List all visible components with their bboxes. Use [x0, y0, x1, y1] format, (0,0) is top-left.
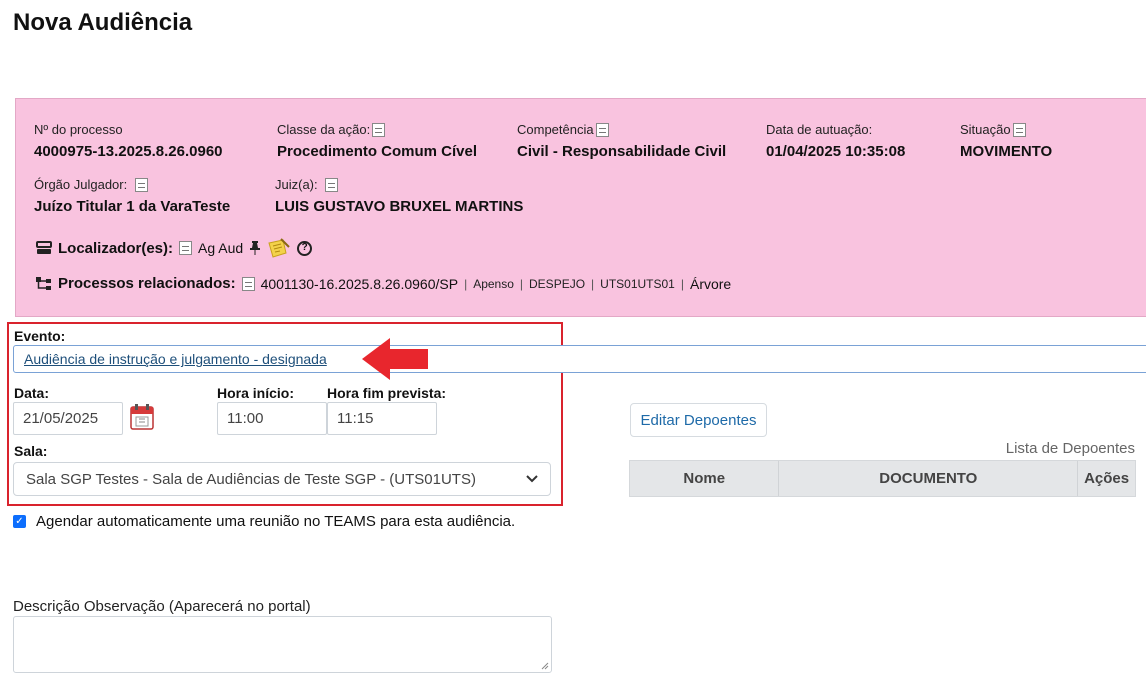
competence-label: Competência — [517, 122, 594, 137]
info-list-icon[interactable] — [179, 241, 193, 255]
tree-icon — [36, 276, 51, 290]
related-process-type: Apenso — [473, 276, 514, 291]
court-field: Órgão Julgador: Juízo Titular 1 da VaraT… — [34, 177, 230, 215]
red-arrow-annotation-icon — [362, 338, 428, 380]
column-header-acoes: Ações — [1084, 470, 1130, 487]
judge-field: Juiz(a): LUIS GUSTAVO BRUXEL MARTINS — [275, 177, 523, 215]
hora-inicio-input[interactable]: 11:00 — [217, 402, 327, 435]
localizadores-row: Localizador(es): Ag Aud ? — [36, 237, 313, 259]
competence-field: Competência Civil - Responsabilidade Civ… — [517, 122, 726, 160]
info-list-icon[interactable] — [372, 122, 386, 137]
depoentes-caption: Lista de Depoentes — [1005, 440, 1135, 457]
info-list-icon[interactable] — [325, 177, 339, 192]
evento-link[interactable]: Audiência de instrução e julgamento - de… — [24, 351, 327, 367]
evento-label: Evento: — [14, 328, 66, 344]
judge-label: Juiz(a): — [275, 177, 318, 192]
info-list-icon[interactable] — [134, 177, 148, 192]
sticky-note-icon[interactable] — [267, 237, 291, 259]
info-list-icon[interactable] — [241, 276, 255, 291]
class-value: Procedimento Comum Cível — [277, 143, 478, 160]
sala-label: Sala: — [14, 443, 48, 459]
localizadores-label: Localizador(es): — [58, 239, 174, 257]
data-label: Data: — [14, 385, 50, 401]
calendar-icon[interactable] — [130, 404, 154, 430]
hora-fim-input[interactable]: 11:15 — [327, 402, 437, 435]
court-label: Órgão Julgador: — [34, 177, 128, 192]
chevron-down-icon — [526, 475, 538, 483]
status-label: Situação — [960, 122, 1011, 137]
class-field: Classe da ação: Procedimento Comum Cível — [277, 122, 477, 160]
info-list-icon[interactable] — [595, 122, 609, 137]
sala-select[interactable]: Sala SGP Testes - Sala de Audiências de … — [13, 462, 551, 496]
process-number-field: Nº do processo 4000975-13.2025.8.26.0960 — [34, 122, 223, 160]
tray-icon — [36, 241, 52, 254]
filing-date-field: Data de autuação: 01/04/2025 10:35:08 — [766, 122, 905, 160]
teams-checkbox[interactable]: ✓ — [13, 515, 26, 528]
filing-date-value: 01/04/2025 10:35:08 — [766, 143, 906, 160]
depoentes-table-header: Nome DOCUMENTO Ações — [629, 460, 1136, 497]
hora-inicio-label: Hora início: — [217, 385, 295, 401]
teams-option: ✓ Agendar automaticamente uma reunião no… — [13, 513, 515, 530]
pin-icon[interactable] — [249, 241, 261, 255]
info-list-icon[interactable] — [1012, 122, 1026, 137]
process-number-label: Nº do processo — [34, 122, 123, 137]
resize-grip-icon[interactable] — [541, 662, 549, 670]
data-input[interactable]: 21/05/2025 — [13, 402, 123, 435]
teams-checkbox-label[interactable]: Agendar automaticamente uma reunião no T… — [36, 513, 515, 530]
related-processes-row: Processos relacionados: 4001130-16.2025.… — [36, 275, 731, 292]
related-process-number[interactable]: 4001130-16.2025.8.26.0960/SP — [261, 276, 458, 292]
localizador-value[interactable]: Ag Aud — [198, 240, 243, 256]
process-summary-panel: Nº do processo 4000975-13.2025.8.26.0960… — [15, 98, 1146, 317]
column-header-documento: DOCUMENTO — [779, 461, 1079, 496]
filing-date-label: Data de autuação: — [766, 122, 873, 137]
descricao-textarea[interactable] — [13, 616, 552, 673]
related-process-court: UTS01UTS01 — [600, 276, 675, 291]
hora-fim-label: Hora fim prevista: — [327, 385, 447, 401]
class-label: Classe da ação: — [277, 122, 371, 137]
status-value: MOVIMENTO — [960, 143, 1053, 160]
tree-link[interactable]: Árvore — [690, 276, 731, 292]
related-processes-label: Processos relacionados: — [58, 275, 236, 292]
related-process-class: DESPEJO — [529, 276, 586, 291]
descricao-label: Descrição Observação (Aparecerá no porta… — [13, 598, 311, 615]
editar-depoentes-button[interactable]: Editar Depoentes — [630, 403, 767, 437]
help-icon[interactable]: ? — [297, 240, 313, 256]
column-header-nome: Nome — [630, 461, 780, 496]
status-field: Situação MOVIMENTO — [960, 122, 1052, 160]
court-value: Juízo Titular 1 da VaraTeste — [34, 198, 231, 215]
process-number-value: 4000975-13.2025.8.26.0960 — [34, 143, 223, 160]
judge-value: LUIS GUSTAVO BRUXEL MARTINS — [275, 198, 524, 215]
competence-value: Civil - Responsabilidade Civil — [517, 143, 727, 160]
sala-selected-value: Sala SGP Testes - Sala de Audiências de … — [26, 470, 476, 488]
evento-field[interactable]: Audiência de instrução e julgamento - de… — [13, 345, 1146, 373]
page-title: Nova Audiência — [13, 9, 193, 36]
